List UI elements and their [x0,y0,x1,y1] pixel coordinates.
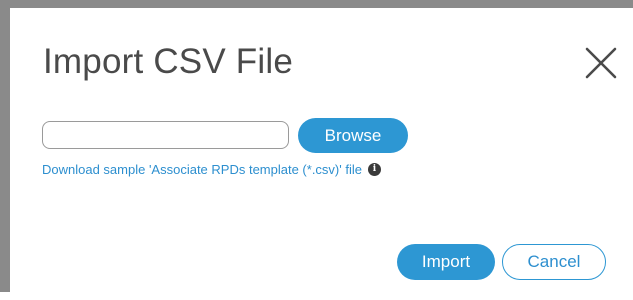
close-icon [585,47,617,79]
download-sample-row: Download sample 'Associate RPDs template… [42,160,381,178]
import-button[interactable]: Import [397,244,495,280]
close-button[interactable] [584,46,618,80]
import-csv-dialog: Import CSV File Browse Download sample '… [20,16,633,300]
browse-button[interactable]: Browse [298,118,408,153]
dialog-frame: Import CSV File Browse Download sample '… [0,0,633,292]
info-icon[interactable]: i [367,162,381,176]
file-path-input[interactable] [42,121,289,149]
dialog-title: Import CSV File [43,42,293,81]
cancel-button[interactable]: Cancel [502,244,606,280]
download-sample-link[interactable]: Download sample 'Associate RPDs template… [42,162,362,177]
